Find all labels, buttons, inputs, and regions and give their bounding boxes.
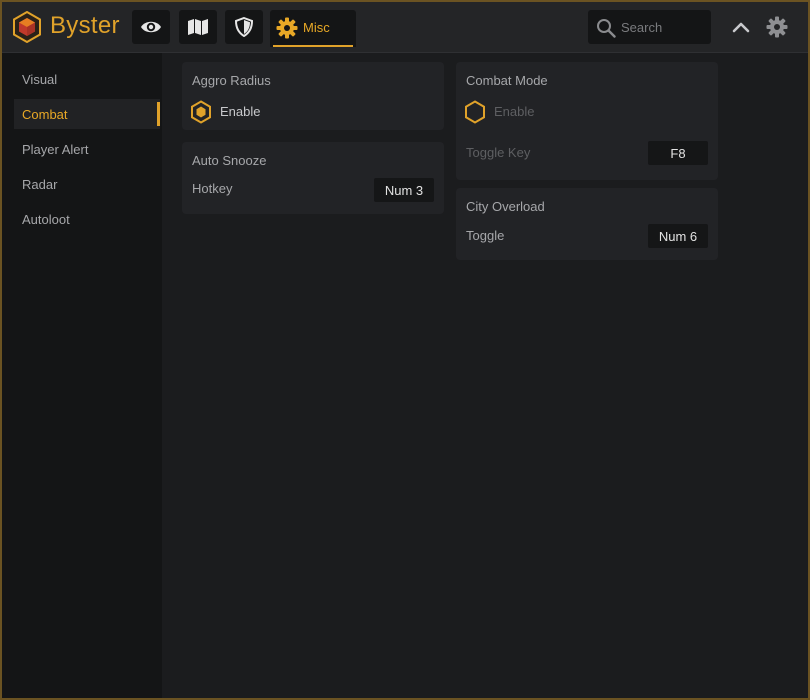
hotkey-label: Hotkey xyxy=(192,181,233,196)
nav-map-button[interactable] xyxy=(179,10,217,44)
combat-mode-card: Combat Mode Enable Toggle Key F8 xyxy=(456,62,718,180)
sidebar-item-player-alert[interactable]: Player Alert xyxy=(14,134,160,164)
toggle-key-button[interactable]: F8 xyxy=(648,141,708,165)
toggle-key-label: Toggle Key xyxy=(466,145,531,160)
toggle-hotkey-button[interactable]: Num 6 xyxy=(648,224,708,248)
search-icon xyxy=(597,19,616,38)
nav-shield-button[interactable] xyxy=(225,10,263,44)
search-placeholder: Search xyxy=(621,20,663,35)
byster-logo-icon xyxy=(13,11,41,43)
shield-icon xyxy=(235,17,253,37)
sidebar-item-label: Autoloot xyxy=(22,212,70,227)
sidebar-item-label: Visual xyxy=(22,72,58,87)
sidebar-item-visual[interactable]: Visual xyxy=(14,64,160,94)
sidebar-item-label: Player Alert xyxy=(22,142,89,157)
enable-label: Enable xyxy=(220,104,261,119)
card-title: City Overload xyxy=(466,199,545,214)
hotkey-button[interactable]: Num 3 xyxy=(374,178,434,202)
search-input[interactable]: Search xyxy=(588,10,711,44)
gear-icon xyxy=(276,17,298,39)
nav-misc-tab[interactable]: Misc xyxy=(270,10,356,47)
card-title: Combat Mode xyxy=(466,73,548,88)
chevron-up-icon xyxy=(732,22,750,33)
sidebar-item-combat[interactable]: Combat xyxy=(14,99,160,129)
sidebar-item-radar[interactable]: Radar xyxy=(14,169,160,199)
enable-label: Enable xyxy=(494,104,535,119)
header-bar: Byster Misc Search xyxy=(2,2,808,53)
gear-icon xyxy=(766,16,788,38)
aggro-radius-card: Aggro Radius Enable xyxy=(182,62,444,130)
sidebar-item-label: Combat xyxy=(22,107,68,122)
toggle-label: Toggle xyxy=(466,228,505,243)
active-tab-indicator xyxy=(273,45,353,47)
auto-snooze-card: Auto Snooze Hotkey Num 3 xyxy=(182,142,444,214)
card-title: Auto Snooze xyxy=(192,153,267,168)
sidebar-item-label: Radar xyxy=(22,177,58,192)
enable-checkbox-checked-icon[interactable] xyxy=(190,100,212,124)
nav-misc-label: Misc xyxy=(303,20,330,35)
sidebar-item-autoloot[interactable]: Autoloot xyxy=(14,204,160,234)
enable-checkbox-unchecked-icon[interactable] xyxy=(464,100,486,124)
brand-name: Byster xyxy=(50,12,120,39)
nav-visual-button[interactable] xyxy=(132,10,170,44)
active-item-indicator xyxy=(157,102,160,126)
card-title: Aggro Radius xyxy=(192,73,271,88)
sidebar: Visual Combat Player Alert Radar Autoloo… xyxy=(2,53,162,698)
city-overload-card: City Overload Toggle Num 6 xyxy=(456,188,718,260)
eye-icon xyxy=(141,21,161,33)
map-icon xyxy=(188,19,208,35)
settings-button[interactable] xyxy=(764,14,790,40)
app-window: Byster Misc Search Visual Combat Player … xyxy=(0,0,810,700)
collapse-button[interactable] xyxy=(728,14,754,40)
